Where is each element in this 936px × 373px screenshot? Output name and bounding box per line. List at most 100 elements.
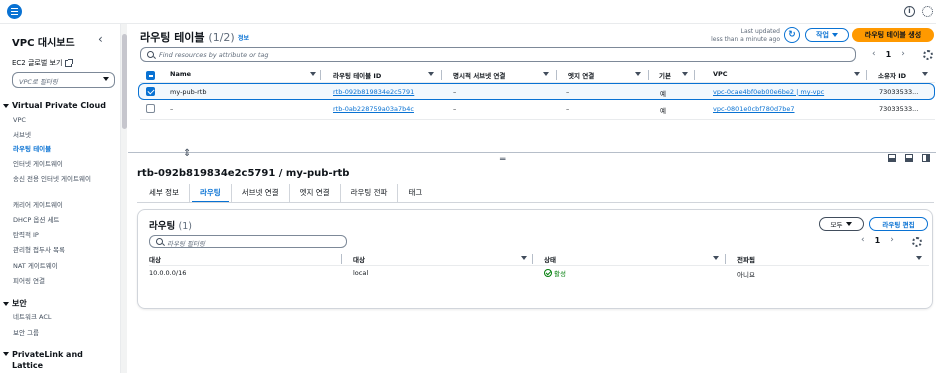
info-icon[interactable]: i bbox=[904, 6, 915, 17]
sidebar-item-subnets[interactable]: 서브넷 bbox=[13, 131, 105, 140]
sidebar-item-network-acl[interactable]: 네트워크 ACL bbox=[13, 313, 105, 322]
collapse-sidebar-icon[interactable]: ‹ bbox=[98, 32, 103, 46]
table-row[interactable]: – rtb-0ab228759a03a7b4c – – 예 vpc-0801e0… bbox=[138, 101, 935, 118]
column-owner-id[interactable]: 소유자 ID bbox=[878, 70, 906, 80]
routes-current-page[interactable]: 1 bbox=[875, 236, 881, 245]
next-page-icon[interactable]: › bbox=[901, 49, 905, 59]
section-privatelink[interactable]: PrivateLink and Lattice bbox=[3, 349, 103, 371]
row-checkbox[interactable] bbox=[146, 104, 155, 113]
gear-icon[interactable] bbox=[923, 50, 933, 60]
sidebar-item-elastic-ip[interactable]: 탄력적 IP bbox=[13, 231, 105, 240]
column-divider[interactable] bbox=[648, 70, 649, 80]
sort-icon[interactable] bbox=[854, 72, 860, 76]
sidebar-item-carrier-gateways[interactable]: 캐리어 게이트웨이 bbox=[13, 201, 105, 210]
row-route-table-id-link[interactable]: rtb-0ab228759a03a7b4c bbox=[333, 105, 414, 113]
settings-icon[interactable] bbox=[922, 6, 933, 17]
ec2-global-view-link[interactable]: EC2 글로벌 보기 bbox=[12, 58, 74, 68]
route-filter-select[interactable]: 모두 bbox=[819, 217, 864, 231]
column-target[interactable]: 대상 bbox=[353, 254, 365, 264]
column-divider[interactable] bbox=[341, 254, 342, 264]
sort-icon[interactable] bbox=[543, 72, 549, 76]
select-all-checkbox[interactable] bbox=[146, 71, 155, 80]
status-check-icon bbox=[544, 269, 552, 277]
panel-bottom-icon[interactable] bbox=[888, 154, 896, 162]
sidebar-item-vpc[interactable]: VPC bbox=[13, 116, 105, 125]
column-propagated[interactable]: 전파됨 bbox=[737, 254, 755, 264]
column-vpc[interactable]: VPC bbox=[713, 70, 728, 78]
sort-icon[interactable] bbox=[916, 256, 922, 260]
tab-details[interactable]: 세부 정보 bbox=[137, 184, 190, 202]
sort-icon[interactable] bbox=[428, 72, 434, 76]
drag-handle-icon[interactable]: ⇕ bbox=[183, 148, 191, 159]
column-main[interactable]: 기본 bbox=[659, 70, 671, 80]
create-route-table-button[interactable]: 라우팅 테이블 생성 bbox=[852, 28, 934, 42]
sidebar-item-prefix-lists[interactable]: 관리형 접두사 목록 bbox=[13, 246, 105, 255]
chevron-down-icon bbox=[103, 77, 109, 81]
column-divider[interactable] bbox=[725, 254, 726, 264]
column-divider[interactable] bbox=[694, 70, 695, 80]
sidebar-scrollbar[interactable] bbox=[120, 24, 127, 373]
row-checkbox[interactable] bbox=[146, 87, 155, 96]
refresh-icon[interactable]: ↻ bbox=[784, 27, 800, 43]
sidebar-item-security-groups[interactable]: 보안 그룹 bbox=[13, 329, 105, 338]
tab-edge-associations[interactable]: 엣지 연결 bbox=[290, 184, 341, 202]
section-vpc-cloud[interactable]: Virtual Private Cloud bbox=[3, 101, 106, 110]
info-link[interactable]: 정보 bbox=[238, 33, 249, 42]
sidebar-item-nat-gateways[interactable]: NAT 게이트웨이 bbox=[13, 262, 105, 271]
column-route-table-id[interactable]: 라우팅 테이블 ID bbox=[333, 70, 381, 80]
caret-down-icon bbox=[3, 301, 9, 306]
row-route-table-id-link[interactable]: rtb-092b819834e2c5791 bbox=[333, 88, 414, 96]
tab-route-propagation[interactable]: 라우팅 전파 bbox=[341, 184, 399, 202]
section-security[interactable]: 보안 bbox=[3, 298, 27, 309]
sidebar-item-peering[interactable]: 피어링 연결 bbox=[13, 277, 105, 286]
sort-icon[interactable] bbox=[521, 256, 527, 260]
column-explicit-subnet[interactable]: 명시적 서브넷 연결 bbox=[453, 70, 505, 80]
menu-icon[interactable] bbox=[7, 4, 22, 19]
next-page-icon[interactable]: › bbox=[890, 235, 894, 245]
sidebar-item-dhcp-options[interactable]: DHCP 옵션 세트 bbox=[13, 216, 105, 225]
column-divider[interactable] bbox=[441, 70, 442, 80]
table-row[interactable]: my-pub-rtb rtb-092b819834e2c5791 – – 예 v… bbox=[138, 83, 935, 100]
routes-pagination: ‹ 1 › bbox=[861, 235, 894, 245]
sort-icon[interactable] bbox=[922, 72, 928, 76]
column-divider[interactable] bbox=[320, 70, 321, 80]
previous-page-icon[interactable]: ‹ bbox=[861, 235, 865, 245]
last-updated: Last updated less than a minute ago bbox=[700, 28, 780, 44]
split-handle-icon[interactable]: ═ bbox=[500, 155, 510, 165]
sidebar-item-route-tables[interactable]: 라우팅 테이블 bbox=[13, 145, 105, 154]
sidebar-item-internet-gateways[interactable]: 인터넷 게이트웨이 bbox=[13, 160, 105, 169]
last-updated-label: Last updated bbox=[740, 28, 780, 35]
column-edge[interactable]: 엣지 연결 bbox=[568, 70, 594, 80]
sidebar-item-egress-only-igw[interactable]: 송신 전용 인터넷 게이트웨이 bbox=[13, 175, 105, 184]
tab-tags[interactable]: 태그 bbox=[398, 184, 432, 202]
panel-bottom-alt-icon[interactable] bbox=[905, 154, 913, 162]
vpc-filter-select[interactable]: VPC로 필터링 bbox=[12, 72, 115, 88]
tab-subnet-associations[interactable]: 서브넷 연결 bbox=[232, 184, 290, 202]
external-link-icon bbox=[65, 58, 74, 67]
route-search-input[interactable]: 라우팅 필터링 bbox=[149, 235, 347, 248]
current-page[interactable]: 1 bbox=[886, 50, 892, 59]
sort-icon[interactable] bbox=[635, 72, 641, 76]
gear-icon[interactable] bbox=[912, 237, 922, 247]
sort-icon[interactable] bbox=[682, 72, 688, 76]
section-vpc-cloud-label: Virtual Private Cloud bbox=[12, 101, 106, 110]
column-divider[interactable] bbox=[866, 70, 867, 80]
routes-panel: 라우팅 (1) 모두 라우팅 편집 라우팅 필터링 ‹ 1 › 대상 대상 상태 bbox=[137, 209, 933, 309]
split-panel-divider[interactable] bbox=[128, 152, 936, 153]
panel-side-icon[interactable] bbox=[922, 154, 930, 162]
column-status[interactable]: 상태 bbox=[544, 254, 556, 264]
column-divider[interactable] bbox=[556, 70, 557, 80]
column-destination[interactable]: 대상 bbox=[149, 254, 161, 264]
row-vpc-link[interactable]: vpc-0801e0cbf780d7be7 bbox=[713, 105, 795, 113]
actions-button[interactable]: 작업 bbox=[805, 28, 849, 42]
column-name[interactable]: Name bbox=[170, 70, 191, 78]
sort-icon[interactable] bbox=[713, 256, 719, 260]
tab-routes[interactable]: 라우팅 bbox=[190, 184, 232, 203]
sort-icon[interactable] bbox=[310, 72, 316, 76]
column-divider[interactable] bbox=[532, 254, 533, 264]
previous-page-icon[interactable]: ‹ bbox=[872, 49, 876, 59]
resource-search-input[interactable]: Find resources by attribute or tag bbox=[140, 47, 856, 62]
scrollbar-thumb[interactable] bbox=[122, 34, 127, 129]
edit-routes-button[interactable]: 라우팅 편집 bbox=[869, 217, 928, 231]
row-vpc-link[interactable]: vpc-0cae4bf0eb00e6be2 | my-vpc bbox=[713, 88, 824, 96]
